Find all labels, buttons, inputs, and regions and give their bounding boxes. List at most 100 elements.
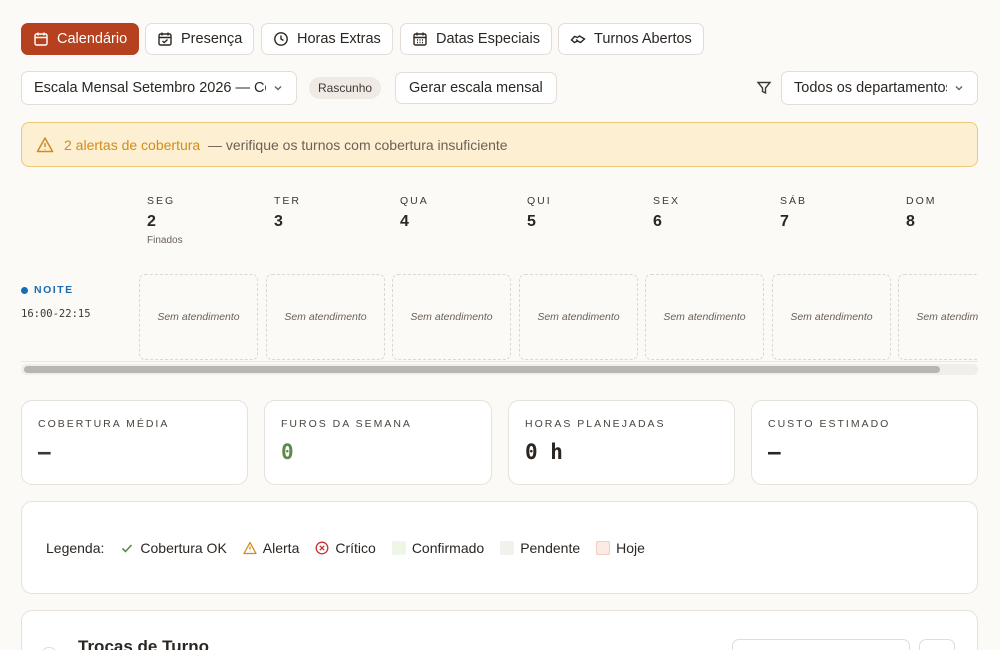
warning-icon	[243, 541, 257, 554]
day-number: 7	[780, 213, 789, 230]
legend-item-pendente: Pendente	[500, 540, 580, 556]
legend-item-confirmado: Confirmado	[391, 539, 485, 556]
chevron-down-icon	[274, 86, 282, 91]
tab-horas-extras[interactable]: Horas Extras	[261, 23, 393, 55]
stat-label: HORAS PLANEJADAS	[525, 418, 666, 430]
day-header-dom: DOM 8	[906, 195, 937, 231]
legend-label: Cobertura OK	[140, 539, 227, 556]
shift-color-dot	[21, 286, 28, 294]
coverage-alert: 2 alertas de cobertura — verifique os tu…	[21, 122, 978, 167]
legend-title: Legenda:	[46, 539, 105, 556]
shift-swaps-card: Trocas de Turno	[21, 610, 978, 650]
shift-cell[interactable]: Sem atendimento	[645, 274, 764, 360]
scrollbar-thumb[interactable]	[24, 366, 940, 373]
weekday-label: TER	[274, 195, 301, 207]
shift-cell[interactable]: Sem atendimento	[266, 274, 385, 360]
row-divider	[21, 361, 978, 362]
weekday-label: DOM	[906, 195, 937, 207]
status-badge: Rascunho	[309, 77, 382, 99]
shift-cell[interactable]: Sem atendimento	[772, 274, 891, 360]
day-number: 8	[906, 213, 915, 230]
legend-label: Hoje	[616, 539, 645, 556]
stat-custo-estimado: CUSTO ESTIMADO —	[751, 400, 978, 485]
weekday-label: SEG	[147, 195, 176, 207]
weekday-label: SÁB	[780, 195, 808, 207]
swaps-title: Trocas de Turno	[78, 637, 209, 650]
tab-label: Datas Especiais	[436, 31, 540, 47]
legend-swatch-confirmado	[391, 540, 406, 555]
alert-message: — verifique os turnos com cobertura insu…	[207, 136, 508, 153]
shift-cells: Sem atendimento Sem atendimento Sem aten…	[139, 274, 978, 362]
warning-icon	[36, 136, 54, 152]
legend-label: Crítico	[335, 539, 376, 556]
day-header-sex: SEX 6	[653, 195, 680, 231]
tab-calendario[interactable]: Calendário	[21, 23, 140, 55]
legend-item-critico: Crítico	[315, 539, 376, 556]
alert-count: 2 alertas de cobertura	[64, 136, 201, 153]
stat-value: —	[768, 440, 781, 464]
stat-horas-planejadas: HORAS PLANEJADAS 0 h	[508, 400, 735, 485]
legend-label: Alerta	[262, 539, 300, 556]
legend-label: Pendente	[520, 539, 581, 556]
tab-label: Horas Extras	[297, 31, 381, 47]
tab-label: Turnos Abertos	[594, 31, 692, 47]
generate-schedule-button[interactable]: Gerar escala mensal	[395, 72, 557, 104]
legend-swatch-pendente	[500, 540, 515, 555]
day-header-sab: SÁB 7	[780, 195, 807, 231]
schedule-select[interactable]: Escala Mensal Setembro 2026 — Co	[21, 71, 297, 105]
schedule-select-value: Escala Mensal Setembro 2026 — Co	[34, 80, 266, 96]
day-number: 5	[527, 213, 536, 230]
swaps-filter-control[interactable]	[732, 639, 910, 650]
stat-label: CUSTO ESTIMADO	[768, 418, 891, 430]
clock-icon	[274, 32, 288, 46]
stat-cobertura-media: COBERTURA MÉDIA —	[21, 400, 248, 485]
calendar-icon	[34, 32, 48, 46]
stat-value: 0	[281, 440, 294, 464]
department-select[interactable]: Todos os departamentos	[781, 71, 978, 105]
shift-cell[interactable]: Sem atendimento	[519, 274, 638, 360]
legend-item-ok: Cobertura OK	[120, 539, 227, 556]
shift-cell[interactable]: Sem atendimento	[139, 274, 258, 360]
day-header-qua: QUA 4	[400, 195, 429, 231]
day-header-qui: QUI 5	[527, 195, 552, 231]
calendar-grid-icon	[413, 32, 427, 46]
calendar-check-icon	[158, 32, 172, 46]
day-header-seg: SEG 2 Finados	[147, 195, 183, 246]
tab-turnos-abertos[interactable]: Turnos Abertos	[558, 23, 704, 55]
stat-value: 0 h	[525, 440, 563, 464]
stat-label: FUROS DA SEMANA	[281, 418, 412, 430]
legend-item-hoje: Hoje	[596, 540, 645, 556]
tab-label: Calendário	[57, 31, 128, 47]
chevron-down-icon	[955, 86, 963, 91]
shift-time: 16:00-22:15	[21, 308, 91, 320]
weekday-label: QUI	[527, 195, 552, 207]
x-circle-icon	[315, 541, 329, 554]
shift-name: NOITE	[34, 284, 74, 296]
weekday-label: SEX	[653, 195, 681, 207]
stat-furos-semana: FUROS DA SEMANA 0	[264, 400, 492, 485]
stat-value: —	[38, 440, 51, 464]
handshake-icon	[570, 35, 586, 44]
filter-icon[interactable]	[756, 80, 772, 96]
weekday-label: QUA	[400, 195, 429, 207]
day-number: 4	[400, 213, 409, 230]
holiday-label: Finados	[147, 235, 183, 246]
day-number: 6	[653, 213, 662, 230]
tab-datas-especiais[interactable]: Datas Especiais	[400, 23, 552, 55]
legend-label: Confirmado	[411, 539, 485, 556]
legend-swatch-hoje	[596, 540, 611, 555]
tab-label: Presença	[181, 31, 243, 47]
legend-item-alerta: Alerta	[243, 539, 300, 556]
shift-label-noite: NOITE 16:00-22:15	[21, 284, 91, 320]
day-number: 3	[274, 213, 283, 230]
tab-presenca[interactable]: Presença	[145, 23, 255, 55]
check-icon	[122, 543, 133, 553]
legend: Legenda: Cobertura OK Alerta Crítico Con…	[21, 501, 978, 594]
stat-label: COBERTURA MÉDIA	[38, 418, 170, 430]
swaps-action-button[interactable]	[919, 639, 955, 650]
shift-cell[interactable]: Sem atendimento	[898, 274, 978, 360]
day-number: 2	[147, 213, 156, 230]
day-header-ter: TER 3	[274, 195, 301, 231]
shift-cell[interactable]: Sem atendimento	[392, 274, 511, 360]
department-select-value: Todos os departamentos	[794, 80, 947, 96]
